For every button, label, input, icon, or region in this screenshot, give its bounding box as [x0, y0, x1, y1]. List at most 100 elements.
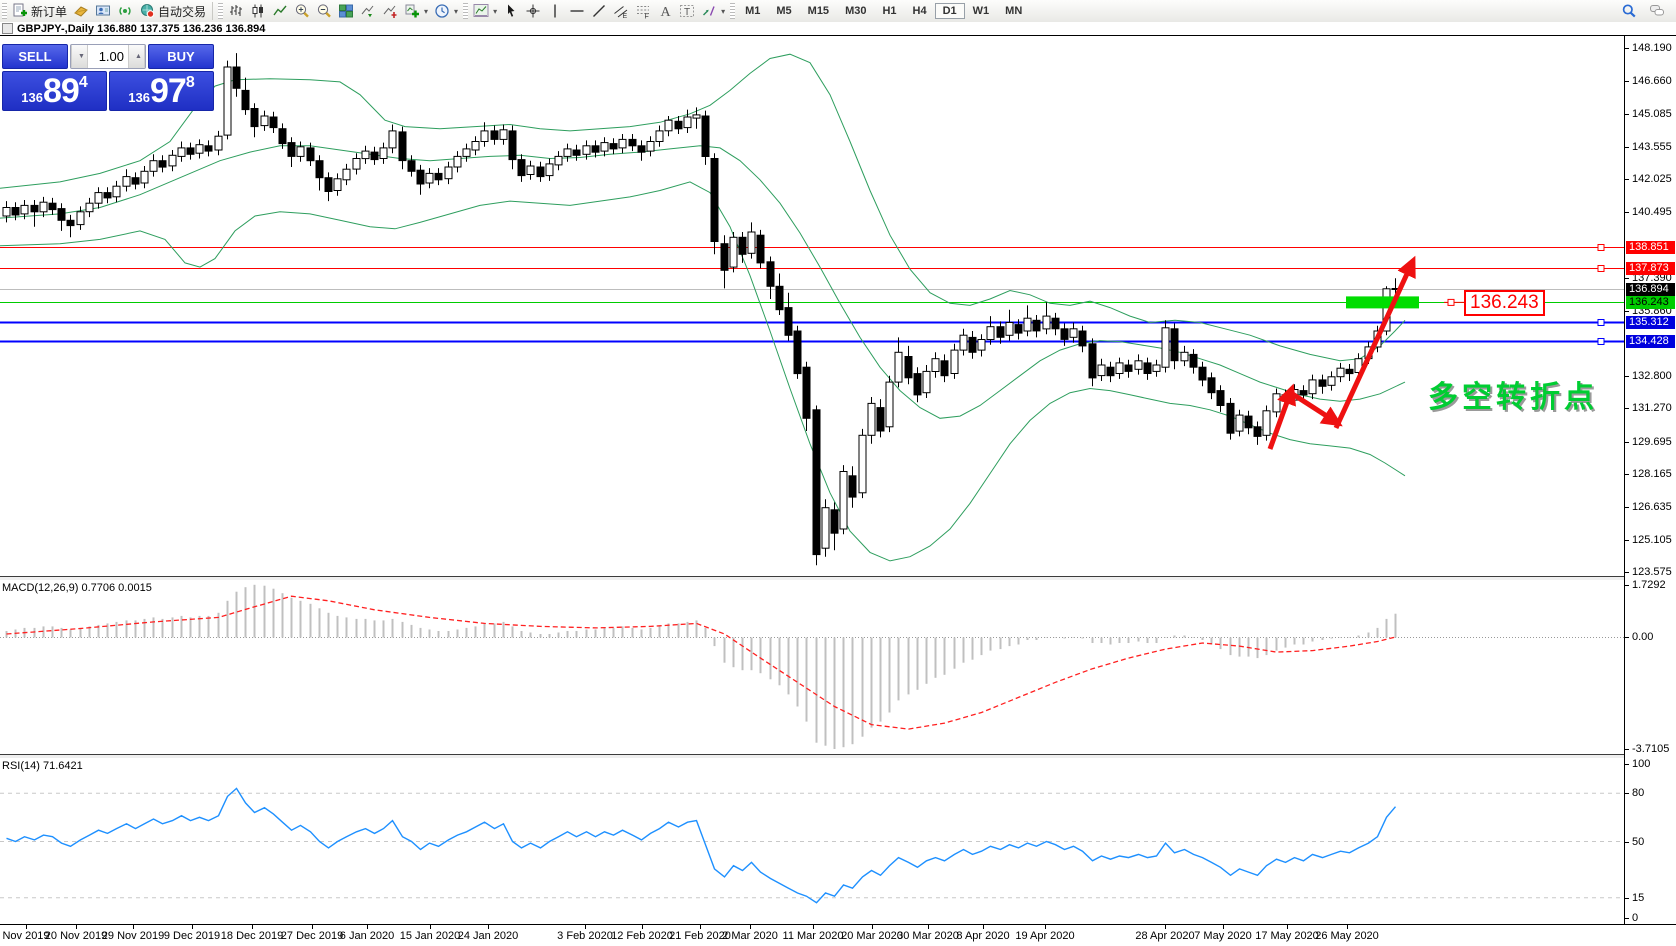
- toolbar-grip[interactable]: [218, 3, 224, 19]
- tile-windows-button[interactable]: [335, 0, 357, 22]
- chart-mini-icon: [473, 4, 489, 17]
- profile-button[interactable]: [92, 0, 114, 22]
- candle-body: [1134, 360, 1143, 370]
- chart-shift-button[interactable]: [379, 0, 401, 22]
- line-chart-button[interactable]: [269, 0, 291, 22]
- bar-chart-button[interactable]: [225, 0, 247, 22]
- line-handle[interactable]: [1597, 244, 1605, 251]
- pivot-annotation-text[interactable]: 多空转折点: [1428, 372, 1598, 416]
- line-handle[interactable]: [1597, 338, 1605, 345]
- rsi-chart[interactable]: [0, 758, 1624, 924]
- timeframe-button-h4[interactable]: H4: [905, 3, 935, 19]
- candle-body: [1161, 327, 1170, 368]
- timeframe-button-m15[interactable]: M15: [800, 3, 837, 19]
- volume-control: ▼ ▲: [70, 44, 146, 69]
- line-chart-icon: [273, 5, 287, 16]
- new-order-icon: [13, 3, 27, 17]
- chart-template-button[interactable]: ▾: [470, 0, 500, 22]
- horizontal-line-button[interactable]: [566, 0, 588, 22]
- timeframe-button-m1[interactable]: M1: [737, 3, 768, 19]
- date-label: 8 Apr 2020: [956, 930, 1010, 942]
- chat-button[interactable]: [1646, 0, 1668, 22]
- buy-price[interactable]: 136 97 8: [109, 71, 214, 111]
- crosshair-button[interactable]: [522, 0, 544, 22]
- toolbar-grip[interactable]: [2, 3, 7, 19]
- candle-body: [986, 326, 995, 341]
- sell-price[interactable]: 136 89 4: [2, 71, 107, 111]
- svg-text:A: A: [661, 5, 672, 19]
- timeframe-button-m5[interactable]: M5: [768, 3, 799, 19]
- callout-handle[interactable]: [1447, 298, 1455, 306]
- volume-input[interactable]: [88, 45, 128, 68]
- sell-button[interactable]: SELL: [2, 44, 68, 69]
- candle-body: [940, 360, 949, 377]
- candle-body: [379, 147, 388, 160]
- candle-body: [591, 145, 600, 153]
- add-indicator-button[interactable]: ▾: [401, 0, 431, 22]
- text-button[interactable]: A: [654, 0, 676, 22]
- candle-body: [1097, 364, 1106, 377]
- candle-body: [683, 116, 692, 129]
- candle-body: [738, 236, 747, 255]
- price-tick-label: 148.190: [1632, 42, 1672, 54]
- axis-tick: [1625, 212, 1629, 213]
- date-axis[interactable]: Nov 2019 20 Nov 2019 29 Nov 2019 9 Dec 2019…: [0, 924, 1676, 946]
- macd-signal-line: [6, 595, 1396, 730]
- candle-body: [57, 208, 66, 221]
- main-chart-pane[interactable]: SELL ▼ ▲ BUY 136 89 4 136 97 8: [0, 36, 1676, 576]
- timeframe-button-m30[interactable]: M30: [837, 3, 874, 19]
- autotrading-button[interactable]: 自动交易: [136, 0, 209, 22]
- timeframe-button-w1[interactable]: W1: [965, 3, 998, 19]
- zoom-out-button[interactable]: [313, 0, 335, 22]
- buy-button[interactable]: BUY: [148, 44, 214, 69]
- macd-pane[interactable]: MACD(12,26,9) 0.7706 0.0015: [0, 580, 1676, 754]
- date-label: 2 Mar 2020: [722, 930, 778, 942]
- channel-button[interactable]: E: [610, 0, 632, 22]
- line-handle[interactable]: [1597, 265, 1605, 272]
- highlight-bar-annotation[interactable]: [1346, 296, 1419, 309]
- price-tick-label: 126.635: [1632, 501, 1672, 513]
- price-callout-label[interactable]: 136.243: [1464, 290, 1545, 316]
- timeframe-button-h1[interactable]: H1: [874, 3, 904, 19]
- text-label-button[interactable]: T: [676, 0, 698, 22]
- trendline-button[interactable]: [588, 0, 610, 22]
- candle-body: [195, 144, 204, 154]
- period-button[interactable]: ▾: [431, 0, 461, 22]
- candle-body: [1069, 328, 1078, 338]
- candle-body: [756, 234, 765, 264]
- candle-body: [950, 349, 959, 375]
- candle-chart-button[interactable]: [247, 0, 269, 22]
- vertical-line-button[interactable]: [544, 0, 566, 22]
- price-axis[interactable]: 148.190 146.660 145.085 143.555 142.025 140.4…: [1624, 36, 1676, 924]
- search-button[interactable]: [1618, 0, 1640, 22]
- gold-tool-button[interactable]: [70, 0, 92, 22]
- zoom-in-button[interactable]: [291, 0, 313, 22]
- shapes-button[interactable]: ▾: [698, 0, 728, 22]
- cursor-button[interactable]: [500, 0, 522, 22]
- new-order-button[interactable]: 新订单: [9, 0, 70, 22]
- candlestick-chart[interactable]: [0, 36, 1624, 576]
- broadcast-button[interactable]: [114, 0, 136, 22]
- timeframe-button-mn[interactable]: MN: [997, 3, 1030, 19]
- rsi-pane[interactable]: RSI(14) 71.6421: [0, 758, 1676, 924]
- line-handle[interactable]: [1597, 319, 1605, 326]
- candle-body: [959, 334, 968, 351]
- candle-body: [664, 119, 673, 132]
- price-label-138.851: 138.851: [1626, 241, 1675, 254]
- toolbar-grip[interactable]: [463, 3, 469, 19]
- axis-tick: [1625, 48, 1629, 49]
- date-label: 20 Nov 2019: [44, 930, 108, 942]
- macd-chart[interactable]: [0, 580, 1624, 754]
- candle-body: [168, 154, 177, 167]
- volume-down-button[interactable]: ▼: [71, 45, 88, 68]
- candle-body: [76, 211, 85, 226]
- trend-arrow-annotation[interactable]: [1333, 255, 1416, 430]
- volume-up-button[interactable]: ▲: [128, 45, 145, 68]
- toolbar-grip[interactable]: [730, 3, 736, 19]
- date-label: 29 Nov 2019: [101, 930, 165, 942]
- timeframe-button-d1[interactable]: D1: [934, 3, 965, 19]
- candle-body: [204, 145, 213, 152]
- axis-tick: [1625, 540, 1629, 541]
- auto-scroll-button[interactable]: [357, 0, 379, 22]
- fibonacci-button[interactable]: F: [632, 0, 654, 22]
